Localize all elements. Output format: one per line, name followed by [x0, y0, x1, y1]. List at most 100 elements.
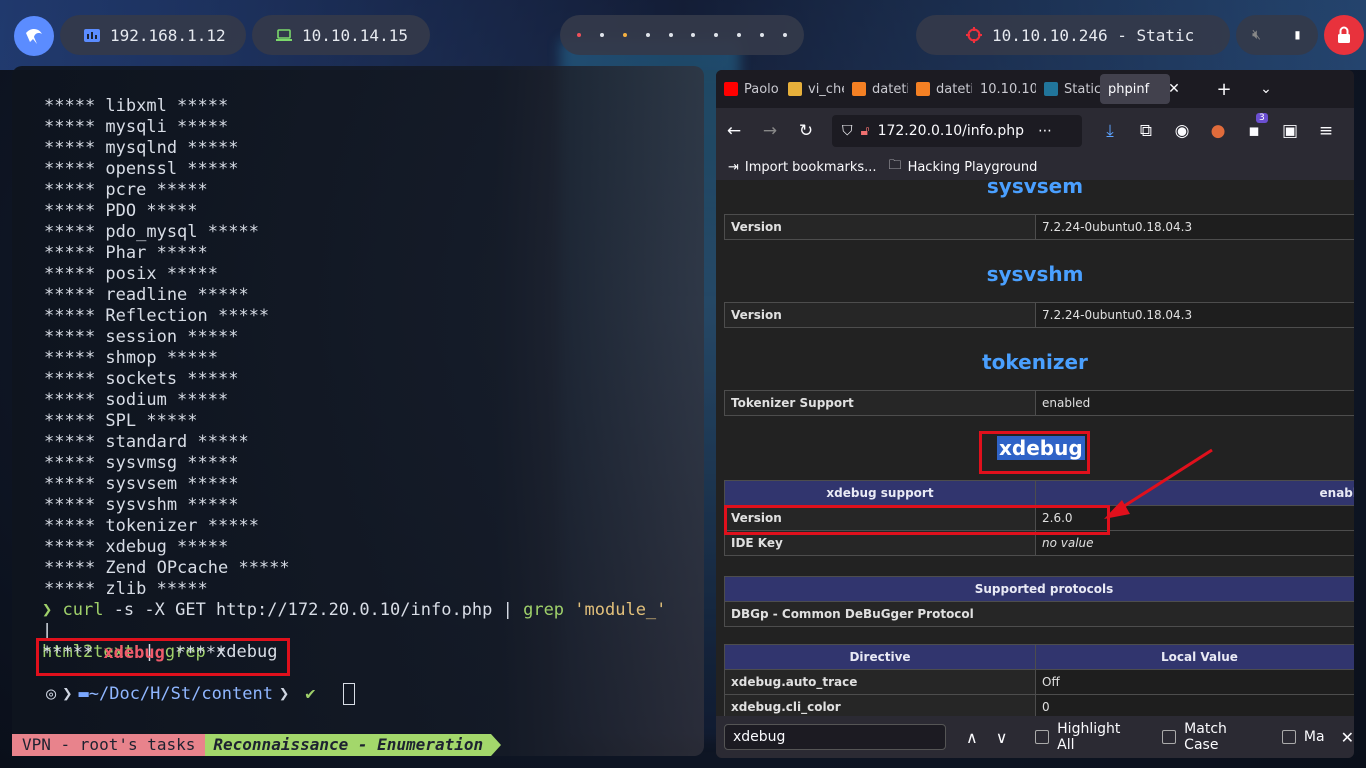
terminal-line: ***** tokenizer ***** [44, 516, 259, 536]
extensions-icon[interactable]: ⧉ [1128, 121, 1164, 141]
terminal-line: ***** sysvmsg ***** [44, 453, 239, 473]
prompt-path: ~/Doc/H/St/content [88, 684, 273, 704]
forward-button[interactable]: → [752, 121, 788, 141]
close-findbar-icon[interactable]: ✕ [1341, 728, 1354, 747]
menu-icon[interactable]: ≡ [1308, 121, 1344, 141]
url-bar[interactable]: ⛉ 🔓︎ 172.20.0.10/info.php ⋯ [832, 115, 1082, 147]
target-text: 10.10.10.246 - Static [992, 25, 1195, 45]
extension-badge-count: 3 [1256, 113, 1268, 123]
checkbox-box[interactable] [1281, 730, 1296, 744]
terminal-line: ***** Phar ***** [44, 243, 208, 263]
stackoverflow-icon [852, 82, 866, 96]
extension-owl-icon[interactable]: ◉ [1164, 121, 1200, 141]
extension-portrait-icon[interactable]: ▣ [1272, 121, 1308, 141]
extension-badge-icon[interactable]: ▪ 3 [1236, 113, 1272, 141]
workspace-dot[interactable] [736, 33, 741, 37]
terminal-line: ***** posix ***** [44, 264, 218, 284]
workspace-dot[interactable] [782, 33, 787, 37]
terminal-line: ***** sodium ***** [44, 390, 229, 410]
browser-tab[interactable]: vi_che [780, 74, 844, 104]
section-title-sysvshm: sysvshm [986, 262, 1084, 286]
page-actions-icon[interactable]: ⋯ [1038, 123, 1052, 139]
close-tab-icon[interactable]: ✕ [1156, 81, 1192, 97]
table-value: enabled [1035, 390, 1354, 416]
reload-button[interactable]: ↻ [788, 121, 824, 141]
highlight-box [979, 431, 1090, 474]
workspace-dot[interactable] [577, 33, 582, 37]
checkbox-box[interactable] [1162, 730, 1177, 744]
vpn-ip-indicator[interactable]: 10.10.14.15 [252, 15, 430, 55]
browser-tab[interactable]: dateti [844, 74, 908, 104]
find-next-button[interactable]: ∨ [996, 728, 1008, 747]
terminal-line: ***** sysvsem ***** [44, 474, 239, 494]
tmux-session: VPN - root's tasks [12, 734, 206, 756]
mute-icon[interactable]: 🔇︎ [1252, 27, 1261, 43]
workspace-dot[interactable] [759, 33, 764, 37]
prompt-symbol: ❯ [42, 600, 53, 620]
bookmark-import[interactable]: ⇥ Import bookmarks... [728, 160, 877, 175]
target-indicator[interactable]: 10.10.10.246 - Static [916, 15, 1230, 55]
firefox-window[interactable]: Paolo vi_che dateti dateti 10.10.10 Static php… [716, 70, 1354, 758]
uas-icon [788, 82, 802, 96]
new-tab-button[interactable]: + [1206, 79, 1242, 100]
bookmark-label: Hacking Playground [907, 159, 1038, 175]
kali-menu-button[interactable] [14, 16, 54, 56]
workspace-switcher[interactable] [560, 15, 804, 55]
checkbox-label: Ma [1303, 729, 1325, 745]
browser-tab[interactable]: 10.10.10 [972, 74, 1036, 104]
status-arrow [491, 734, 502, 756]
back-button[interactable]: ← [716, 121, 752, 141]
workspace-dot[interactable] [645, 33, 650, 37]
table-key: Version [724, 214, 1036, 240]
battery-icon[interactable]: ▮ [1293, 27, 1301, 43]
cmd-grep: grep [523, 600, 565, 620]
page-content[interactable]: sysvsem Version 7.2.24-0ubuntu0.18.04.3 s… [716, 180, 1354, 716]
find-input[interactable]: xdebug [724, 724, 946, 750]
extension-cookie-icon[interactable]: ● [1200, 121, 1236, 141]
checkbox-box[interactable] [1035, 730, 1050, 744]
directives-table: Directive Local Value xdebug.auto_trace Of… [724, 644, 1354, 716]
workspace-dot[interactable] [691, 33, 696, 37]
bookmark-hacking-playground[interactable]: 🗀︎ Hacking Playground [889, 156, 1038, 178]
highlight-all-checkbox[interactable]: Highlight All [1035, 721, 1140, 753]
terminal-cursor [343, 683, 356, 705]
tab-list-button[interactable]: ⌄ [1248, 81, 1284, 97]
table-key: Tokenizer Support [724, 390, 1036, 416]
power-button[interactable] [1324, 15, 1364, 55]
insecure-lock-icon[interactable]: 🔓︎ [861, 123, 870, 139]
workspace-dot[interactable] [668, 33, 673, 37]
sysvshm-table: Version 7.2.24-0ubuntu0.18.04.3 [724, 302, 1354, 328]
system-tray[interactable]: 🔇︎ ▮ [1236, 15, 1318, 55]
terminal-line: ***** xdebug ***** [44, 537, 229, 557]
table-header: Directive [724, 644, 1036, 670]
match-case-checkbox[interactable]: Match Case [1162, 721, 1264, 753]
table-key: xdebug.auto_trace [724, 669, 1036, 695]
terminal-line: ***** openssl ***** [44, 159, 239, 179]
local-ip-indicator[interactable]: 192.168.1.12 [60, 15, 246, 55]
terminal-window[interactable]: ***** libxml ***** ***** mysqli ***** ****… [12, 66, 704, 756]
folder-icon: ▬ [78, 684, 89, 704]
downloads-icon[interactable]: ⤓ [1092, 121, 1128, 141]
url-text[interactable]: 172.20.0.10/info.php [878, 123, 1024, 139]
terminal-output: ***** libxml ***** ***** mysqli ***** ****… [44, 96, 290, 600]
tab-label: vi_che [808, 81, 844, 97]
workspace-dot[interactable] [600, 33, 605, 37]
browser-tab[interactable]: Paolo [716, 74, 780, 104]
browser-tab[interactable]: dateti [908, 74, 972, 104]
table-header: xdebug support [724, 480, 1036, 506]
table-key: Version [724, 302, 1036, 328]
browser-tab[interactable]: Static [1036, 74, 1100, 104]
folder-icon: 🗀︎ [888, 158, 902, 173]
terminal-line: ***** readline ***** [44, 285, 249, 305]
tmux-window[interactable]: Reconnaissance - Enumeration [205, 734, 492, 756]
network-icon [84, 28, 100, 42]
laptop-icon [276, 28, 292, 41]
tab-label: Paolo [744, 81, 779, 97]
shield-icon[interactable]: ⛉ [842, 123, 853, 139]
workspace-dot[interactable] [622, 33, 627, 37]
table-value: 0 [1035, 694, 1354, 716]
workspace-dot[interactable] [714, 33, 719, 37]
match-diacritics-checkbox[interactable]: Ma [1281, 729, 1325, 745]
find-previous-button[interactable]: ∧ [966, 728, 978, 747]
section-title-tokenizer: tokenizer [982, 350, 1088, 374]
